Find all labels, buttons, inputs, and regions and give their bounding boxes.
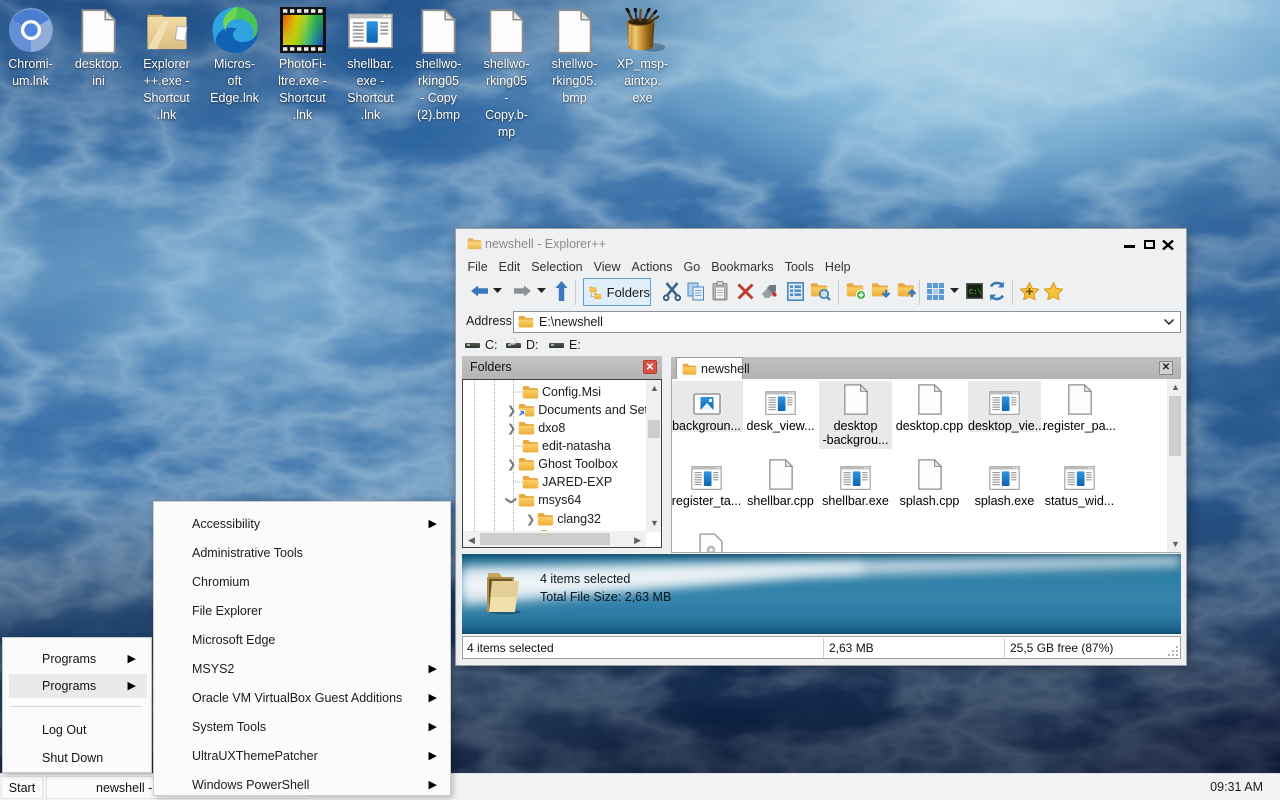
svg-text:C:\: C:\ (969, 289, 982, 297)
